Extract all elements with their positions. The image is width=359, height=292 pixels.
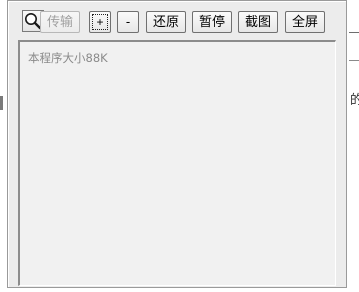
background-line-mid bbox=[349, 60, 359, 61]
zoom-in-button[interactable]: + bbox=[89, 11, 111, 33]
background-line-top bbox=[349, 32, 359, 33]
fullscreen-button[interactable]: 全屏 bbox=[285, 11, 325, 33]
background-partial-glyph: 的 bbox=[350, 93, 359, 108]
remote-view-window: 传输 + - 还原 暂停 截图 全屏 本程序大小88K bbox=[7, 0, 347, 288]
zoom-out-button[interactable]: - bbox=[117, 11, 139, 33]
restore-button[interactable]: 还原 bbox=[146, 11, 186, 33]
transfer-button[interactable]: 传输 bbox=[40, 11, 80, 33]
pause-button[interactable]: 暂停 bbox=[192, 11, 232, 33]
program-size-label: 本程序大小88K bbox=[28, 51, 108, 65]
remote-screen-view[interactable]: 本程序大小88K bbox=[18, 40, 336, 286]
background-line-left bbox=[0, 96, 3, 110]
screenshot-button[interactable]: 截图 bbox=[238, 11, 278, 33]
